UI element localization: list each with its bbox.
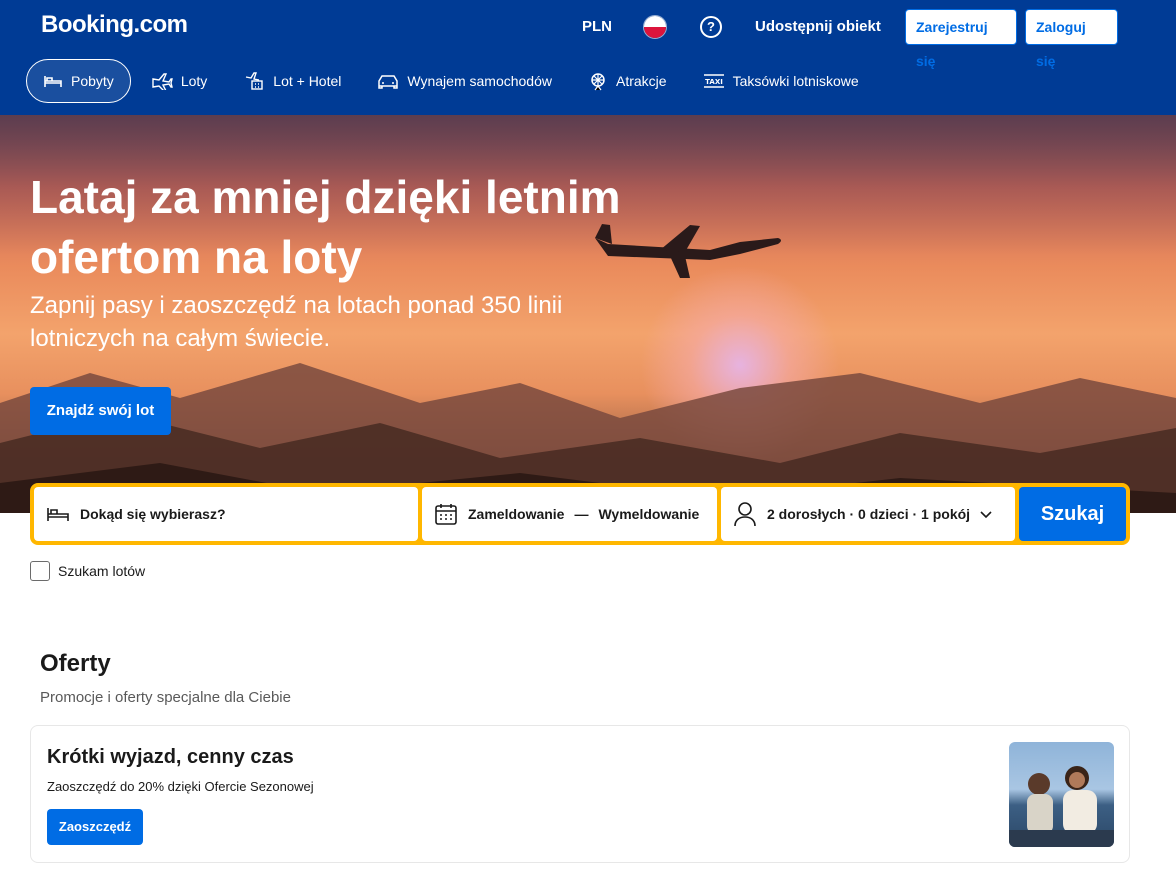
bed-icon (44, 76, 62, 87)
help-icon[interactable]: ? (700, 16, 722, 38)
car-icon (378, 75, 399, 89)
search-button[interactable]: Szukaj (1019, 487, 1126, 541)
header: Booking.com PLN ? Udostępnij obiekt Zare… (0, 0, 1176, 115)
offer-card-title: Krótki wyjazd, cenny czas (47, 746, 294, 768)
nav-item-label: Lot + Hotel (273, 73, 342, 89)
destination-placeholder: Dokąd się wybierasz? (80, 506, 226, 522)
flights-checkbox-row[interactable]: Szukam lotów (30, 561, 145, 581)
taxi-icon: TAXI (703, 74, 724, 88)
flights-checkbox-label: Szukam lotów (58, 563, 146, 579)
login-button[interactable]: Zaloguj się (1025, 9, 1118, 69)
find-flight-button[interactable]: Znajdź swój lot (30, 387, 171, 435)
offer-card-text: Zaoszczędź do 20% dzięki Ofercie Sezonow… (47, 779, 314, 794)
destination-input[interactable]: Dokąd się wybierasz? (34, 487, 418, 541)
nav-item-flight-hotel[interactable]: Lot + Hotel (227, 59, 357, 103)
svg-text:TAXI: TAXI (705, 78, 723, 86)
search-bar: Dokąd się wybierasz? Zameldowanie — Wyme… (30, 483, 1130, 545)
nav-item-label: Pobyty (71, 73, 114, 89)
checkin-label: Zameldowanie (468, 506, 565, 522)
hero-title: Lataj za mniej dzięki letnim ofertom na … (30, 171, 621, 283)
nav-item-stays[interactable]: Pobyty (26, 59, 131, 103)
booking-logo[interactable]: Booking.com (41, 11, 188, 39)
offers-title: Oferty (40, 650, 111, 677)
nav-item-label: Wynajem samochodów (407, 73, 552, 89)
plane-hotel-icon (246, 72, 263, 90)
person-icon (734, 502, 756, 527)
offer-card-image (1009, 742, 1114, 847)
offer-card: Krótki wyjazd, cenny czas Zaoszczędź do … (30, 725, 1130, 863)
nav-item-label: Loty (180, 73, 208, 89)
guests-label: 2 dorosłych · 0 dzieci · 1 pokój (767, 506, 971, 522)
hero-subtitle: Zapnij pasy i zaoszczędź na lotach ponad… (30, 292, 563, 352)
list-property-link[interactable]: Udostępnij obiekt (755, 18, 881, 35)
currency-selector[interactable]: PLN (582, 18, 612, 35)
nav-item-label: Atrakcje (616, 73, 667, 89)
checkout-label: Wymeldowanie (598, 506, 700, 522)
chevron-down-icon (980, 511, 992, 519)
product-nav: Pobyty Loty Lot + Hotel Wynajem samochod… (26, 59, 879, 103)
dates-picker[interactable]: Zameldowanie — Wymeldowanie (422, 487, 717, 541)
hero-banner: Lataj za mniej dzięki letnim ofertom na … (0, 115, 1176, 513)
flights-checkbox[interactable] (30, 561, 50, 581)
couple-photo (1009, 766, 1114, 847)
attractions-icon (591, 73, 605, 91)
plane-icon (152, 73, 173, 90)
bed-icon (47, 508, 69, 521)
nav-item-label: Taksówki lotniskowe (732, 73, 859, 89)
nav-item-airport-taxis[interactable]: TAXI Taksówki lotniskowe (687, 59, 875, 103)
date-separator: — (574, 506, 589, 522)
guests-selector[interactable]: 2 dorosłych · 0 dzieci · 1 pokój (721, 487, 1015, 541)
save-button[interactable]: Zaoszczędź (47, 809, 143, 845)
offers-subtitle: Promocje i oferty specjalne dla Ciebie (40, 689, 291, 706)
poland-flag-icon[interactable] (643, 15, 667, 39)
calendar-icon (435, 504, 457, 525)
register-button[interactable]: Zarejestruj się (905, 9, 1017, 69)
nav-item-flights[interactable]: Loty (135, 59, 223, 103)
nav-item-attractions[interactable]: Atrakcje (572, 59, 683, 103)
nav-item-car-rental[interactable]: Wynajem samochodów (361, 59, 568, 103)
